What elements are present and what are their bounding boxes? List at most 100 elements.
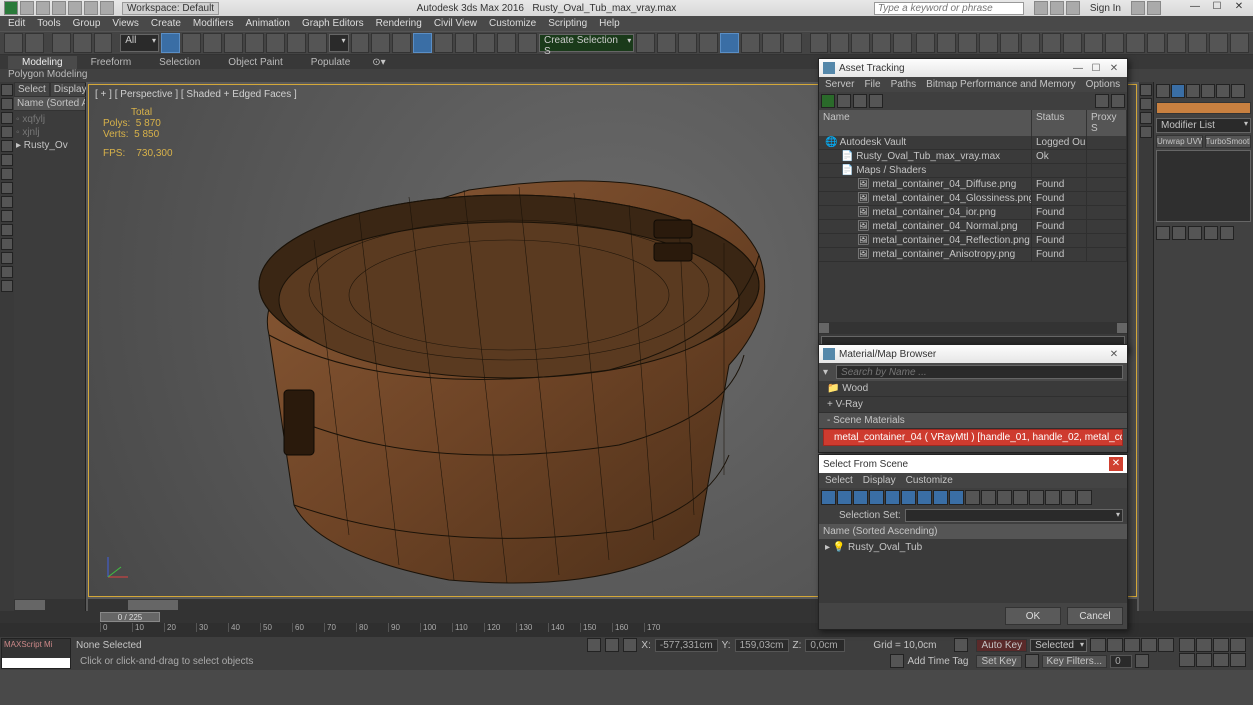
layers-button[interactable]	[678, 33, 697, 53]
x-field[interactable]: -577,331cm	[655, 639, 718, 652]
mmb-search-input[interactable]	[836, 365, 1123, 379]
sfs-close-button[interactable]: ✕	[1109, 457, 1123, 471]
stack-pin-icon[interactable]	[1156, 226, 1170, 240]
at-row[interactable]: 🖼 metal_container_04_Normal.pngFound	[819, 220, 1127, 234]
z-field[interactable]: 0,0cm	[805, 639, 845, 652]
save-icon[interactable]	[52, 1, 66, 15]
lt-cat-icon[interactable]	[1, 182, 13, 194]
vr-max-icon[interactable]	[1140, 84, 1152, 96]
material-editor-button[interactable]	[783, 33, 802, 53]
lt-collapse-icon[interactable]	[1, 280, 13, 292]
menu-edit[interactable]: Edit	[8, 18, 25, 29]
se-select-tab[interactable]: Select	[14, 82, 50, 97]
y-field[interactable]: 159,03cm	[735, 639, 789, 652]
at-col-name[interactable]: Name	[819, 110, 1032, 136]
at-refresh-icon[interactable]	[821, 94, 835, 108]
at-table-icon[interactable]	[853, 94, 867, 108]
at-menu-paths[interactable]: Paths	[891, 79, 917, 90]
scale-button[interactable]	[287, 33, 306, 53]
undo-icon[interactable]	[68, 1, 82, 15]
project-icon[interactable]	[100, 1, 114, 15]
render-button[interactable]	[851, 33, 870, 53]
mmb-close-button[interactable]: ✕	[1105, 349, 1123, 360]
help-search-input[interactable]	[874, 2, 1024, 15]
maximize-vp-icon[interactable]	[1230, 653, 1246, 667]
at-highlight-icon[interactable]	[869, 94, 883, 108]
at-close-button[interactable]: ✕	[1105, 63, 1123, 74]
object-color-swatch[interactable]	[1156, 102, 1251, 114]
vr-wheel-icon[interactable]	[1140, 126, 1152, 138]
sfs-cancel-button[interactable]: Cancel	[1067, 607, 1123, 625]
mmb-cat-wood[interactable]: 📁 Wood	[819, 381, 1127, 397]
fov-icon[interactable]	[1179, 653, 1195, 667]
at-menu-file[interactable]: File	[864, 79, 880, 90]
time-config-icon[interactable]	[1135, 654, 1149, 668]
modifier-turbosmooth-button[interactable]: TurboSmooth	[1205, 135, 1252, 148]
lt-sort-icon[interactable]	[1, 266, 13, 278]
vp-ao-button[interactable]	[958, 33, 977, 53]
menu-customize[interactable]: Customize	[489, 18, 536, 29]
app-menu-icon[interactable]	[4, 1, 18, 15]
select-region-button[interactable]	[203, 33, 222, 53]
se-row[interactable]: ▸ Rusty_Ov	[16, 139, 83, 152]
workspace-dropdown[interactable]: Workspace: Default	[122, 2, 219, 15]
menu-tools[interactable]: Tools	[37, 18, 60, 29]
placement-button[interactable]	[308, 33, 327, 53]
exchange-icon[interactable]	[1050, 1, 1064, 15]
sfs-row[interactable]: ▸ 💡 Rusty_Oval_Tub	[825, 542, 1121, 553]
render-frame-button[interactable]	[830, 33, 849, 53]
at-help-icon[interactable]	[1095, 94, 1109, 108]
schematic-button[interactable]	[762, 33, 781, 53]
sfs-filter-cont-icon[interactable]	[965, 490, 980, 505]
vp-light-button[interactable]	[916, 33, 935, 53]
mmb-material-item[interactable]: metal_container_04 ( VRayMtl ) [handle_0…	[823, 429, 1123, 446]
open-icon[interactable]	[36, 1, 50, 15]
lt-xref-icon[interactable]	[1, 210, 13, 222]
at-row[interactable]: 🖼 metal_container_04_Reflection.pngFound	[819, 234, 1127, 248]
at-minimize-button[interactable]: —	[1069, 63, 1087, 74]
cloud-icon[interactable]	[1131, 1, 1145, 15]
zoom-all-icon[interactable]	[1196, 638, 1212, 652]
vp-reflect-button[interactable]	[979, 33, 998, 53]
sfs-menu-select[interactable]: Select	[825, 475, 853, 486]
se-hscroll[interactable]	[14, 599, 85, 611]
at-row[interactable]: 🖼 metal_container_04_Diffuse.pngFound	[819, 178, 1127, 192]
curve-editor-button[interactable]	[741, 33, 760, 53]
render-iterative-button[interactable]	[872, 33, 891, 53]
stack-unique-icon[interactable]	[1188, 226, 1202, 240]
redo-icon[interactable]	[84, 1, 98, 15]
menu-views[interactable]: Views	[112, 18, 139, 29]
modifier-list-dropdown[interactable]: Modifier List	[1156, 118, 1251, 133]
modifier-unwrap-button[interactable]: Unwrap UVW	[1156, 135, 1203, 148]
snap-angle-button[interactable]	[434, 33, 453, 53]
mmb-scene-header[interactable]: - Scene Materials	[819, 413, 1127, 429]
sfs-menu-customize[interactable]: Customize	[906, 475, 953, 486]
snap-2d-button[interactable]	[413, 33, 432, 53]
lt-cam-icon[interactable]	[1, 126, 13, 138]
ref-coord-dropdown[interactable]	[329, 34, 349, 52]
sfs-filter-light-icon[interactable]	[853, 490, 868, 505]
zoom-ext-all-icon[interactable]	[1230, 638, 1246, 652]
cp-display-icon[interactable]	[1216, 84, 1230, 98]
menu-scripting[interactable]: Scripting	[548, 18, 587, 29]
redo-button[interactable]	[25, 33, 44, 53]
vp-sel-button[interactable]	[1021, 33, 1040, 53]
selection-lock-icon[interactable]	[623, 638, 637, 652]
sfs-filter-bone-icon[interactable]	[949, 490, 964, 505]
at-row[interactable]: 🖼 metal_container_04_ior.pngFound	[819, 206, 1127, 220]
manipulate-button[interactable]	[371, 33, 390, 53]
minimize-button[interactable]: —	[1185, 1, 1205, 15]
sfs-filter-xref-icon[interactable]	[933, 490, 948, 505]
ribbon-expand-icon[interactable]: ⊙▾	[368, 57, 389, 68]
bind-button[interactable]	[94, 33, 113, 53]
sfs-filter-helper-icon[interactable]	[885, 490, 900, 505]
orbit-icon[interactable]	[1213, 653, 1229, 667]
sfs-filter-space-icon[interactable]	[901, 490, 916, 505]
maximize-button[interactable]: ☐	[1207, 1, 1227, 15]
keyboard-shortcut-button[interactable]	[392, 33, 411, 53]
sfs-ok-button[interactable]: OK	[1005, 607, 1061, 625]
prev-frame-button[interactable]	[1107, 638, 1123, 652]
tab-objectpaint[interactable]: Object Paint	[214, 56, 296, 69]
select-name-button[interactable]	[182, 33, 201, 53]
autokey-button[interactable]: Auto Key	[976, 639, 1027, 652]
